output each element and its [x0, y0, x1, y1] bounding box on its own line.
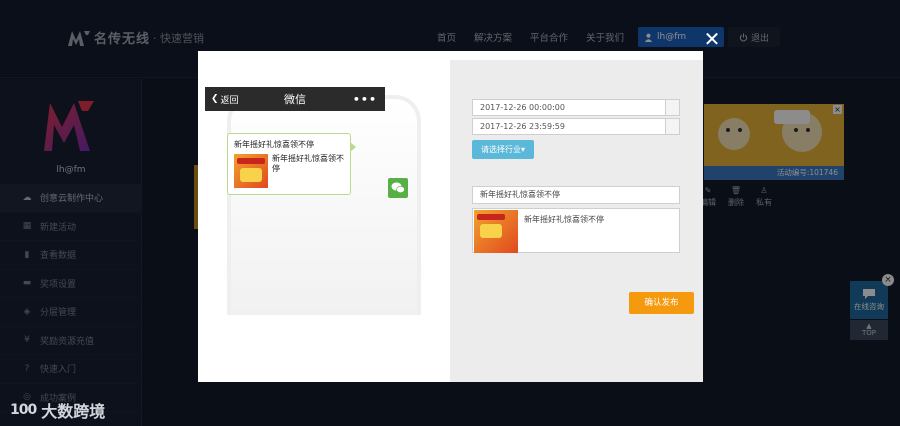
phone-frame	[227, 95, 421, 315]
wechat-header: ❮ 返回 微信 •••	[205, 87, 385, 111]
industry-label: 请选择行业	[480, 145, 521, 154]
share-card-title: 新年摇好礼惊喜领不停	[234, 140, 314, 149]
share-desc-text: 新年摇好礼惊喜领不停	[524, 215, 604, 224]
wechat-back-button[interactable]: ❮ 返回	[211, 93, 239, 106]
start-datetime-input[interactable]: 2017-12-26 00:00:00	[472, 99, 680, 116]
share-card-bubble: 新年摇好礼惊喜领不停 新年摇好礼惊喜领不停	[227, 133, 356, 195]
wechat-preview: ❮ 返回 微信 ••• 新年摇好礼惊喜领不停 新年摇好礼惊喜领不停	[198, 51, 450, 382]
close-icon[interactable]: ✕	[702, 29, 722, 49]
back-label: 返回	[220, 95, 239, 106]
end-datetime-input[interactable]: 2017-12-26 23:59:59	[472, 118, 680, 135]
publish-modal: ❮ 返回 微信 ••• 新年摇好礼惊喜领不停 新年摇好礼惊喜领不停 2017-12…	[198, 51, 703, 382]
watermark-logo: 100	[10, 402, 37, 418]
share-title-input[interactable]: 新年摇好礼惊喜领不停	[472, 186, 680, 204]
share-desc-box[interactable]: 新年摇好礼惊喜领不停	[472, 208, 680, 253]
share-image-thumbnail[interactable]	[474, 210, 518, 253]
share-card-thumbnail	[234, 154, 268, 188]
watermark: 100 大数跨境	[10, 398, 105, 422]
calendar-icon[interactable]	[665, 119, 679, 134]
calendar-icon[interactable]	[665, 100, 679, 115]
caret-down-icon: ▾	[520, 145, 525, 154]
select-industry-button[interactable]: 请选择行业▾	[472, 140, 534, 159]
confirm-publish-button[interactable]: 确认发布	[629, 292, 694, 314]
wechat-icon	[388, 178, 408, 198]
more-icon[interactable]: •••	[353, 93, 377, 106]
watermark-text: 大数跨境	[41, 402, 106, 421]
start-datetime-value: 2017-12-26 00:00:00	[480, 103, 565, 112]
publish-form: 2017-12-26 00:00:00 2017-12-26 23:59:59 …	[450, 60, 703, 382]
chevron-left-icon: ❮	[211, 94, 219, 104]
end-datetime-value: 2017-12-26 23:59:59	[480, 122, 565, 131]
share-card-desc: 新年摇好礼惊喜领不停	[272, 154, 344, 173]
